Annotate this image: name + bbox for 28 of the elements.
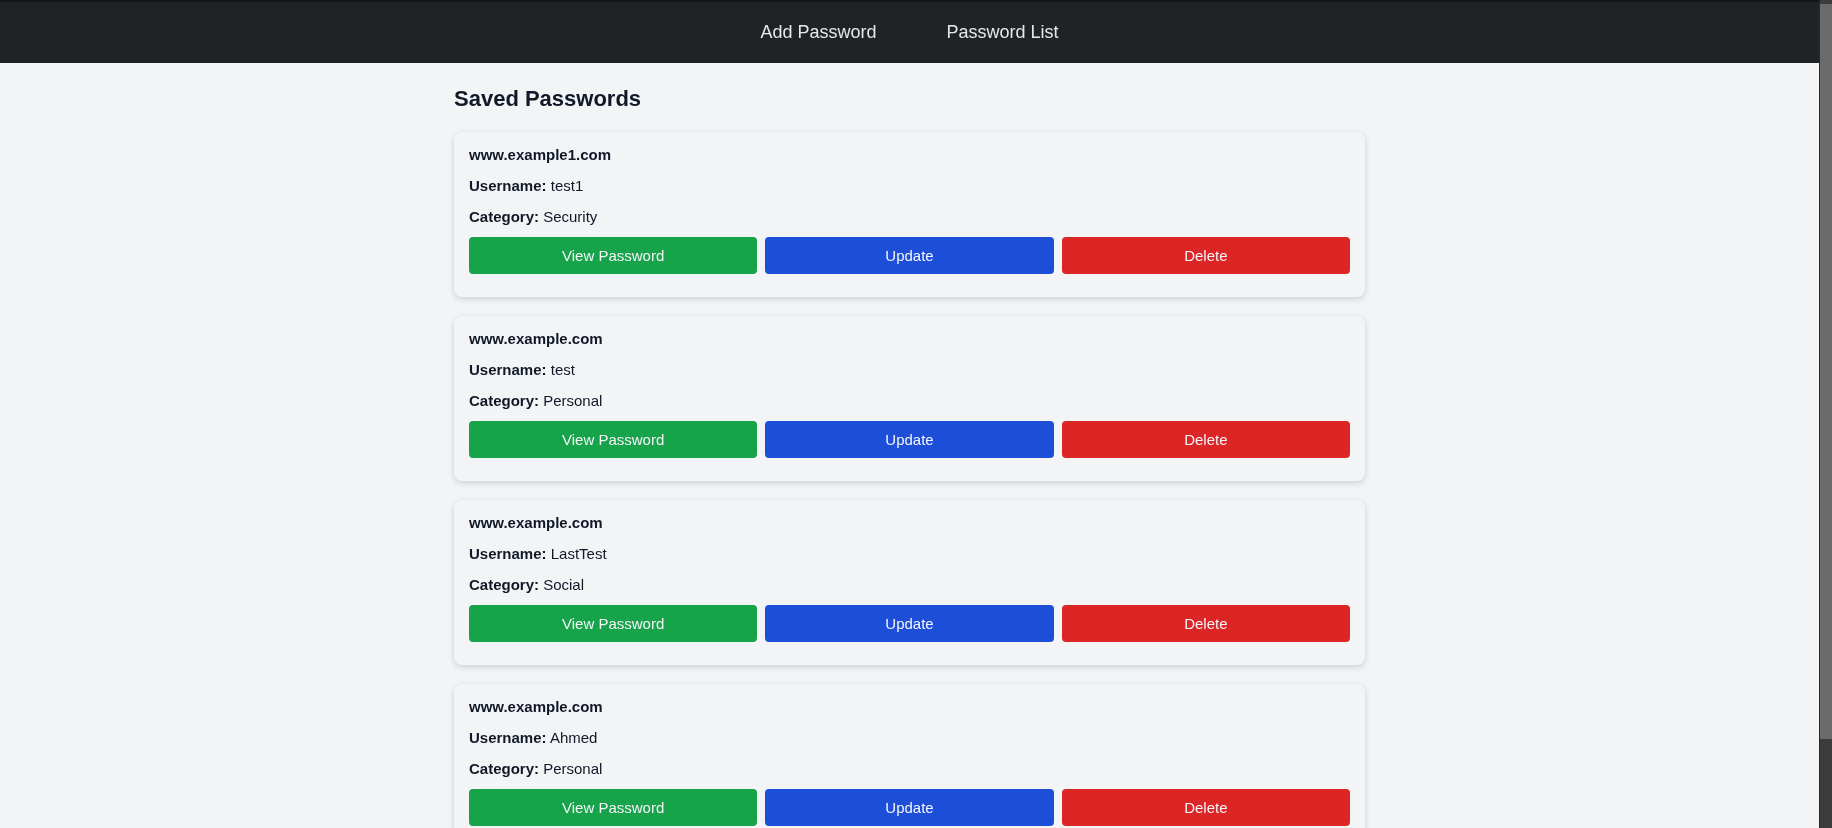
update-button[interactable]: Update [765,237,1054,274]
website-name: www.example.com [469,329,604,349]
category-text: Category: Social [469,575,586,595]
view-button[interactable]: View Password [469,605,758,642]
category-text: Category: Personal [469,759,604,779]
delete-button[interactable]: Delete [1061,237,1350,274]
nav-link[interactable]: Password List [946,22,1059,43]
delete-button[interactable]: Delete [1061,421,1350,458]
website-name: www.example1.com [469,145,612,165]
delete-button[interactable]: Delete [1061,789,1350,826]
username-text: Username: LastTest [469,544,608,564]
website-name: www.example.com [469,513,604,533]
view-button[interactable]: View Password [469,237,758,274]
view-button[interactable]: View Password [469,789,758,826]
update-button[interactable]: Update [765,789,1054,826]
username-text: Username: test [469,360,576,380]
page-heading: Saved Passwords [454,85,643,113]
delete-button[interactable]: Delete [1061,605,1350,642]
scrollbar-thumb[interactable] [1820,4,1832,739]
update-button[interactable]: Update [765,605,1054,642]
website-name: www.example.com [469,697,604,717]
username-text: Username: Ahmed [469,728,599,748]
update-button[interactable]: Update [765,421,1054,458]
view-button[interactable]: View Password [469,421,758,458]
category-text: Category: Personal [469,391,604,411]
username-text: Username: test1 [469,176,585,196]
nav-link[interactable]: Add Password [760,22,877,43]
category-text: Category: Security [469,207,599,227]
